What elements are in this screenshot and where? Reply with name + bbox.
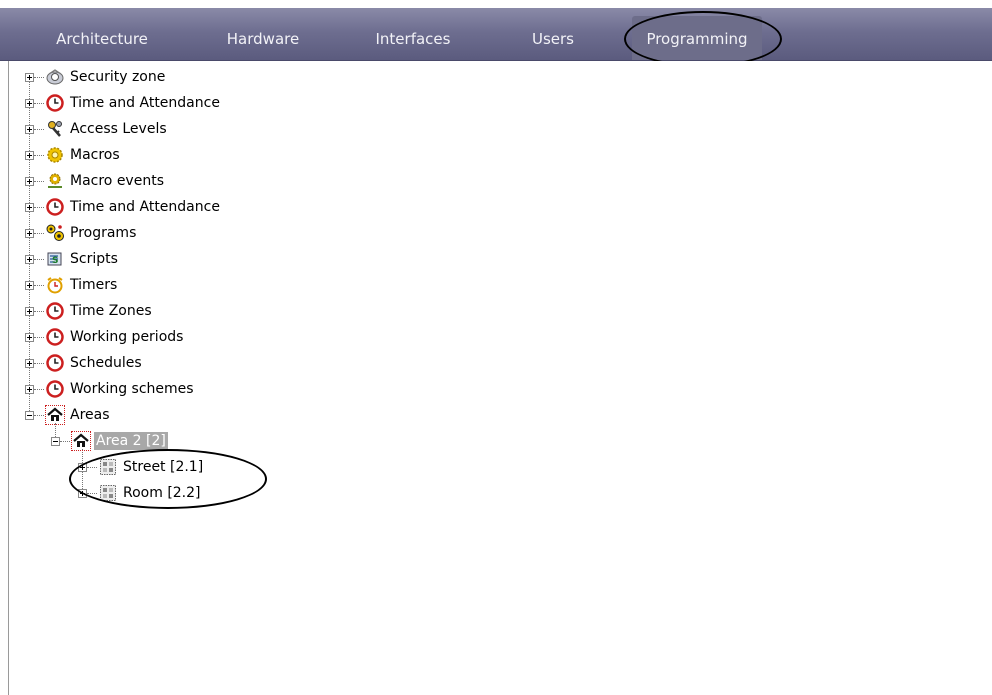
tree-item-macros[interactable]: Macros — [25, 143, 122, 167]
tree-item-label: Schedules — [70, 355, 142, 371]
tree-item-schedules[interactable]: Schedules — [25, 351, 144, 375]
clock-icon — [46, 198, 64, 216]
expand-icon[interactable] — [25, 358, 34, 368]
zone-grid-icon — [99, 458, 117, 476]
clock-icon — [46, 302, 64, 320]
expand-icon[interactable] — [25, 202, 34, 212]
top-strip — [0, 0, 992, 8]
tree-item-timers[interactable]: Timers — [25, 273, 119, 297]
house-icon — [45, 405, 65, 425]
clock-icon — [46, 328, 64, 346]
tree-item-access-levels[interactable]: Access Levels — [25, 117, 169, 141]
clock-icon — [46, 94, 64, 112]
expand-icon[interactable] — [25, 176, 34, 186]
tab-architecture[interactable]: Architecture — [38, 16, 166, 60]
expand-icon[interactable] — [25, 332, 34, 342]
clock-icon — [46, 354, 64, 372]
tree-item-label: Time Zones — [70, 303, 152, 319]
security-zone-icon — [46, 68, 64, 86]
expand-icon[interactable] — [25, 384, 34, 394]
svg-text:S: S — [52, 256, 58, 266]
tree-item-time-zones[interactable]: Time Zones — [25, 299, 154, 323]
tree-item-time-and-attendance-2[interactable]: Time and Attendance — [25, 195, 222, 219]
expand-icon[interactable] — [78, 462, 87, 472]
tree-item-macro-events[interactable]: Macro events — [25, 169, 166, 193]
tree-item-area-2[interactable]: Area 2 [2] — [51, 429, 168, 453]
macro-gear-icon — [46, 146, 64, 164]
macro-events-icon — [46, 172, 64, 190]
tree-item-time-and-attendance[interactable]: Time and Attendance — [25, 91, 222, 115]
collapse-icon[interactable] — [51, 436, 60, 446]
tree-item-label: Timers — [70, 277, 118, 293]
tree-item-label: Working schemes — [70, 381, 194, 397]
tree-item-label: Areas — [70, 407, 110, 423]
tree-item-label: Time and Attendance — [70, 95, 220, 111]
expand-icon[interactable] — [25, 72, 34, 82]
tree-item-areas[interactable]: Areas — [25, 403, 112, 427]
tree-item-programs[interactable]: Programs — [25, 221, 138, 245]
zone-grid-icon — [99, 484, 117, 502]
tree-item-label: Macros — [70, 147, 120, 163]
tree-item-room[interactable]: Room [2.2] — [78, 481, 203, 505]
expand-icon[interactable] — [25, 124, 34, 134]
tree-item-working-periods[interactable]: Working periods — [25, 325, 185, 349]
tree-item-label: Room [2.2] — [123, 485, 201, 501]
tree-item-label: Working periods — [70, 329, 184, 345]
expand-icon[interactable] — [25, 150, 34, 160]
tree-item-label: Time and Attendance — [70, 199, 220, 215]
tree-item-label: Access Levels — [70, 121, 167, 137]
keys-icon — [46, 120, 64, 138]
tree-item-label: Macro events — [70, 173, 164, 189]
clock-icon — [46, 380, 64, 398]
tree-item-label: Scripts — [70, 251, 118, 267]
tree-item-label: Security zone — [70, 69, 166, 85]
expand-icon[interactable] — [25, 98, 34, 108]
expand-icon[interactable] — [25, 280, 34, 290]
tab-users[interactable]: Users — [508, 16, 598, 60]
expand-icon[interactable] — [25, 306, 34, 316]
house-icon — [71, 431, 91, 451]
tab-hardware[interactable]: Hardware — [208, 16, 318, 60]
tree-item-scripts[interactable]: S Scripts — [25, 247, 120, 271]
expand-icon[interactable] — [78, 488, 87, 498]
tree-item-label: Programs — [70, 225, 137, 241]
tree-item-working-schemes[interactable]: Working schemes — [25, 377, 196, 401]
tab-bar: Architecture Hardware Interfaces Users P… — [0, 8, 992, 61]
tab-programming[interactable]: Programming — [632, 16, 762, 60]
tab-interfaces[interactable]: Interfaces — [358, 16, 468, 60]
tree-item-street[interactable]: Street [2.1] — [78, 455, 205, 479]
tree-item-label: Area 2 [2] — [94, 432, 168, 450]
collapse-icon[interactable] — [25, 410, 34, 420]
tree-item-security-zone[interactable]: Security zone — [25, 65, 167, 89]
script-icon: S — [46, 250, 64, 268]
tree-item-label: Street [2.1] — [123, 459, 204, 475]
tree-panel: Security zone Time and Attendance Access… — [8, 61, 992, 695]
expand-icon[interactable] — [25, 254, 34, 264]
expand-icon[interactable] — [25, 228, 34, 238]
programs-icon — [46, 224, 64, 242]
alarm-clock-icon — [46, 276, 64, 294]
